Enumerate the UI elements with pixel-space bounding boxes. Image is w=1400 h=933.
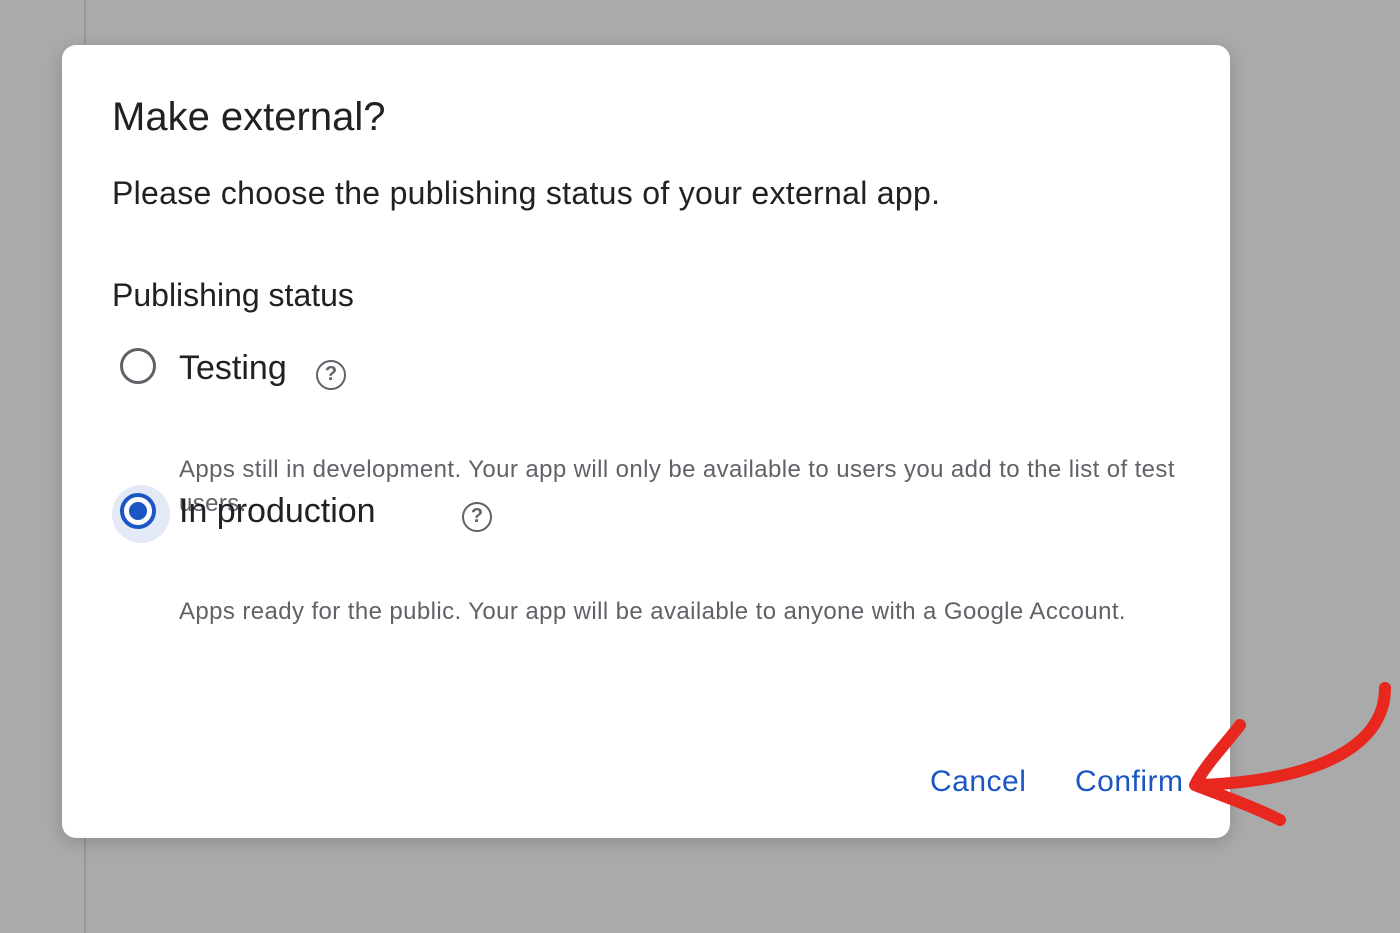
make-external-dialog: Make external? Please choose the publish… bbox=[62, 45, 1230, 838]
help-circle-icon[interactable]: ? bbox=[316, 360, 346, 390]
red-arrow-icon bbox=[1189, 682, 1391, 826]
publishing-status-label: Publishing status bbox=[112, 277, 354, 313]
in-production-label[interactable]: In production bbox=[179, 492, 376, 531]
testing-label[interactable]: Testing bbox=[179, 349, 287, 388]
in-production-radio[interactable] bbox=[112, 485, 170, 543]
radio-checked-icon bbox=[120, 493, 156, 529]
cancel-button[interactable]: Cancel bbox=[930, 765, 1026, 799]
testing-radio[interactable] bbox=[112, 343, 170, 401]
radio-unchecked-icon bbox=[120, 348, 156, 384]
dialog-subtitle: Please choose the publishing status of y… bbox=[112, 175, 941, 211]
help-circle-icon[interactable]: ? bbox=[462, 502, 492, 532]
confirm-button[interactable]: Confirm bbox=[1075, 765, 1184, 799]
dialog-title: Make external? bbox=[112, 95, 386, 139]
in-production-description: Apps ready for the public. Your app will… bbox=[179, 598, 1126, 625]
radio-dot bbox=[129, 502, 147, 520]
